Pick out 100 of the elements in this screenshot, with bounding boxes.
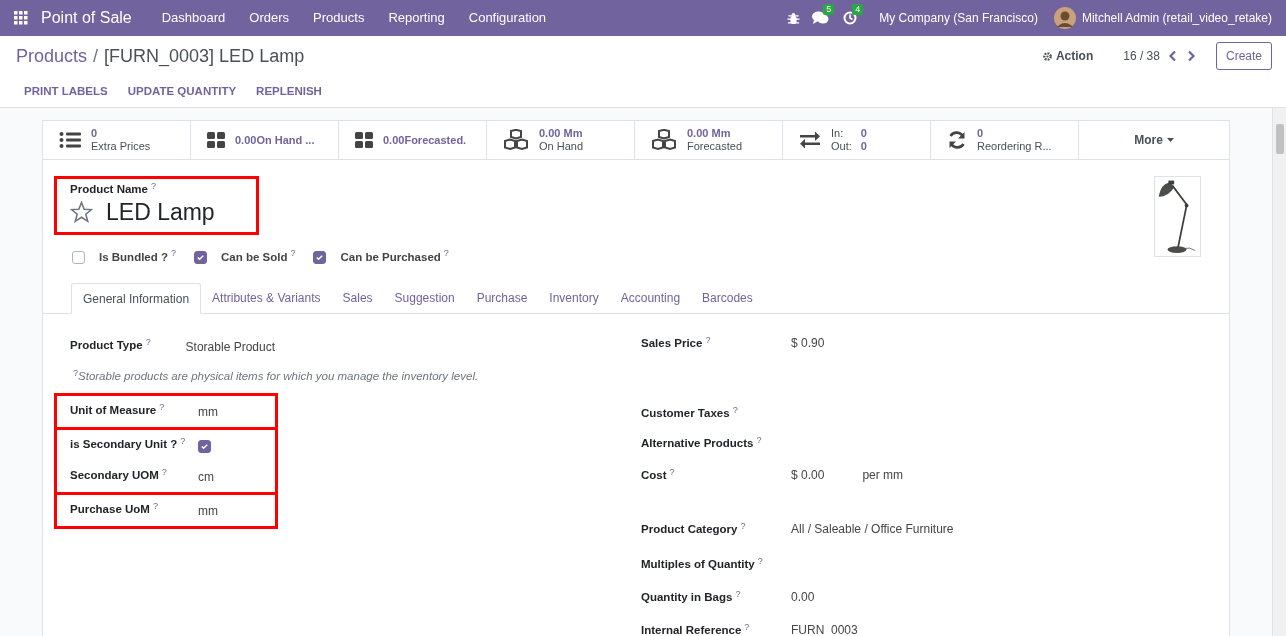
nav-menu-item[interactable]: Reporting (376, 8, 457, 28)
breadcrumb-link[interactable]: Products (16, 42, 88, 70)
help-mark[interactable]: ? (152, 500, 158, 511)
next-icon[interactable] (1185, 50, 1196, 62)
stat-button[interactable]: 0 Extra Prices (43, 121, 191, 159)
tab[interactable]: Sales (331, 283, 384, 314)
stat-label: Out: (831, 140, 852, 153)
tab[interactable]: Barcodes (691, 283, 764, 314)
chat-icon[interactable] (812, 11, 830, 25)
help-mark[interactable]: ? (740, 520, 746, 531)
field-value[interactable]: $ 0.00 (791, 466, 825, 485)
help-mark[interactable]: ? (705, 334, 711, 345)
stat-button[interactable]: 0 Reordering R... (931, 121, 1079, 159)
stat-button[interactable]: In: 0 Out: 0 (783, 121, 931, 159)
caret-icon (1166, 138, 1174, 142)
clock-icon[interactable] (843, 11, 858, 25)
count-badge: 4 (852, 4, 864, 15)
field-label: is Secondary Unit ? (70, 438, 178, 451)
field-label: Alternative Products (641, 437, 754, 450)
stat-value: 0.00 Mm (687, 127, 732, 140)
more-button[interactable]: More (1079, 121, 1229, 159)
tab[interactable]: Suggestion (383, 283, 466, 314)
field-value[interactable]: All / Saleable / Office Furniture (791, 520, 954, 539)
help-mark[interactable]: ? (159, 401, 165, 412)
field-value[interactable]: mm (198, 501, 218, 521)
tab[interactable]: Inventory (538, 283, 610, 314)
pager-value[interactable]: 16 / 38 (1123, 47, 1160, 65)
help-mark[interactable]: ? (180, 435, 186, 446)
checkbox[interactable] (72, 251, 85, 265)
checkbox-label: Can be Sold (221, 250, 288, 265)
field-label: Quantity in Bags (641, 591, 733, 604)
stat-value: 0.00 Mm (539, 127, 584, 140)
nav-menu-item[interactable]: Configuration (456, 8, 559, 28)
header-button[interactable]: UPDATE QUANTITY (117, 82, 247, 101)
help-mark[interactable]: ? (161, 466, 167, 477)
checkmark-icon (200, 442, 209, 452)
help-mark[interactable]: ? (669, 466, 675, 477)
avatar[interactable] (1053, 7, 1076, 29)
stat-label: Reordering R... (977, 140, 1052, 153)
help-mark[interactable]: ? (756, 434, 762, 445)
stat-value: 0 (977, 127, 985, 140)
field-value[interactable]: $ 0.90 (791, 334, 825, 353)
product-name-field[interactable]: LED Lamp (106, 198, 215, 227)
field-label: Customer Taxes (641, 407, 730, 420)
stat-label: On Hand (539, 140, 584, 153)
checkbox[interactable] (313, 251, 327, 265)
stat-button[interactable]: 0.00On Hand ... (191, 121, 339, 159)
nav-menu-item[interactable]: Dashboard (149, 8, 238, 28)
help-mark[interactable]: ? (150, 180, 156, 191)
header-button[interactable]: PRINT LABELS (14, 82, 118, 101)
stat-value: 0.00On Hand ... (235, 133, 315, 147)
tab[interactable]: General Information (71, 283, 202, 315)
checkbox[interactable] (198, 440, 211, 454)
stat-button[interactable]: 0.00 Mm On Hand (487, 121, 635, 159)
field-value[interactable]: FURN_0003 (791, 621, 858, 636)
form-sheet: 0 Extra Prices 0.00On Hand ... 0.00Forecasted. 0.00 Mm On Hand 0.00 Mm Forecasted In: 0 Out: 0 0 Reordering R... More Product Name $^{?}$ LED Lamp Is Bundled ? $^{?}$ Can be Sold $^{?}$ Can be Purchased $^{?}$ General Information Attributes & Variants Sales Suggestion Purchase Inventory Accounting Barcodes Product Type $^{?}$ Storable Product $^{?}$Storable products are physical items for which you manage the inventory level. Unit of Measure $^{?}$ mm is Secondary Unit ? $^{?}$ Secondary UOM $^{?}$ cm Purchase UoM $^{?}$ mm Sales Price $^{?}$ $ 0.90 Customer Taxes $^{?}$ Alternative Products $^{?}$ Cost $^{?}$ $ 0.00 per mm Product Category $^{?}$ All / Saleable / Office Furniture Multiples of Quantity $^{?}$ Quantity in Bags $^{?}$ 0.00 Internal Reference $^{?}$ FURN_0003 (42, 120, 1230, 636)
create-button[interactable]: Create (1215, 42, 1272, 70)
nav-menu-item[interactable]: Orders (237, 8, 302, 28)
scrollbar[interactable] (1272, 108, 1286, 636)
stat-button[interactable]: 0.00Forecasted. (339, 121, 487, 159)
help-mark[interactable]: ? (73, 367, 78, 378)
help-mark[interactable]: ? (735, 588, 741, 599)
stat-value: 0 (91, 127, 99, 140)
app-title[interactable]: Point of Sale (41, 6, 132, 30)
gear-icon (1041, 50, 1053, 62)
checkmark-icon (196, 253, 205, 263)
help-mark[interactable]: ? (757, 555, 763, 566)
tab[interactable]: Attributes & Variants (201, 283, 332, 314)
field-label: Product Type (70, 339, 143, 352)
bug-icon[interactable] (787, 11, 801, 25)
checkbox-label: Is Bundled ? (99, 250, 168, 265)
field-label: Product Category (641, 523, 738, 536)
tab[interactable]: Purchase (465, 283, 539, 314)
field-value[interactable]: Storable Product (185, 337, 275, 357)
field-value[interactable]: 0.00 (791, 588, 815, 607)
list-icon (59, 131, 81, 149)
help-mark[interactable]: ? (732, 404, 738, 415)
help-mark[interactable]: ? (744, 621, 750, 632)
field-value[interactable]: cm (198, 467, 214, 487)
help-mark[interactable]: ? (145, 336, 151, 347)
user-menu[interactable]: Mitchell Admin (retail_video_retake) (1081, 9, 1272, 27)
action-menu-button[interactable]: Action (1041, 47, 1094, 65)
cubes-icon (651, 129, 677, 151)
tab[interactable]: Accounting (609, 283, 692, 314)
nav-menu-item[interactable]: Products (301, 8, 377, 28)
field-label: Multiples of Quantity (641, 558, 755, 571)
field-value[interactable]: mm (198, 402, 218, 422)
previous-icon[interactable] (1167, 50, 1178, 62)
checkbox[interactable] (194, 251, 207, 265)
stat-label: In: (831, 127, 845, 140)
apps-menu-icon[interactable] (14, 11, 28, 25)
header-button[interactable]: REPLENISH (246, 82, 332, 101)
stat-value: 0 (860, 127, 867, 140)
stat-value: 0 (860, 140, 867, 153)
help-text: Storable products are physical items for which you manage the inventory level. (78, 369, 479, 385)
company-switcher[interactable]: My Company (San Francisco) (879, 9, 1038, 27)
field-label: Cost (641, 469, 667, 482)
field-label: Purchase UoM (70, 503, 150, 516)
stat-button[interactable]: 0.00 Mm Forecasted (635, 121, 783, 159)
star-icon[interactable] (70, 201, 93, 224)
